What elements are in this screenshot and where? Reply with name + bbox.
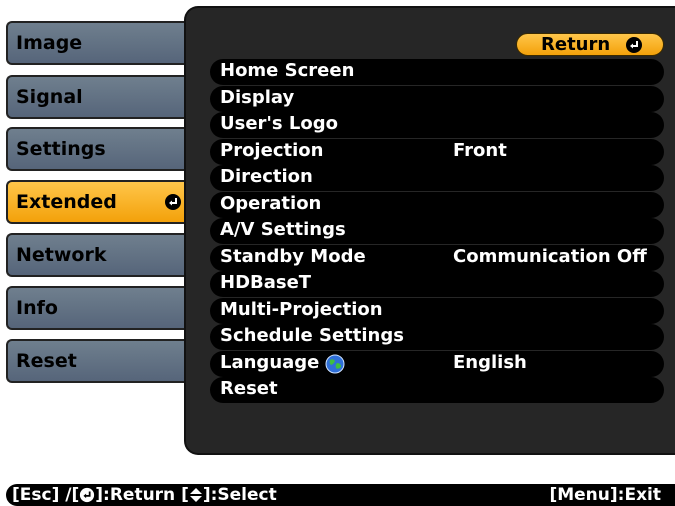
menu-item-label: Schedule Settings: [220, 325, 404, 346]
menu-item-home-screen[interactable]: Home Screen: [210, 59, 664, 85]
menu-item-label: Display: [220, 87, 295, 108]
return-button-label: Return: [541, 34, 611, 55]
return-button[interactable]: Return: [516, 33, 664, 56]
enter-icon: [80, 487, 95, 503]
menu-item-value: English: [453, 352, 527, 373]
menu-item-operation[interactable]: Operation: [210, 192, 664, 218]
enter-icon: [165, 194, 181, 210]
projector-menu-screen: Image Signal Settings Extended Network I…: [0, 0, 675, 506]
menu-item-label: Reset: [220, 378, 278, 399]
menu-item-label: HDBaseT: [220, 272, 312, 293]
menu-item-label: Language: [220, 352, 320, 373]
tab-label: Settings: [16, 138, 106, 160]
menu-item-multi-projection[interactable]: Multi-Projection: [210, 298, 664, 324]
menu-item-users-logo[interactable]: User's Logo: [210, 112, 664, 138]
menu-item-label: Operation: [220, 193, 322, 214]
help-bar-navigation: [Esc] /[ ]:Return [ ]:Select: [12, 484, 277, 506]
menu-item-reset[interactable]: Reset: [210, 377, 664, 403]
help-esc-text: [Esc] /[: [12, 485, 80, 505]
up-down-arrow-icon: [189, 488, 202, 502]
enter-icon: [626, 37, 642, 53]
menu-item-label: User's Logo: [220, 113, 338, 134]
tab-settings[interactable]: Settings: [6, 127, 192, 171]
menu-item-schedule-settings[interactable]: Schedule Settings: [210, 324, 664, 350]
tab-label: Signal: [16, 86, 83, 108]
menu-item-value: Communication Off: [453, 246, 647, 267]
tab-signal[interactable]: Signal: [6, 75, 192, 119]
menu-item-label: Standby Mode: [220, 246, 366, 267]
menu-item-hdbaset[interactable]: HDBaseT: [210, 271, 664, 297]
help-exit-text: [Menu]:Exit: [549, 485, 661, 505]
tab-label: Reset: [16, 350, 77, 372]
tab-extended[interactable]: Extended: [6, 180, 192, 224]
tab-label: Extended: [16, 191, 117, 213]
tab-network[interactable]: Network: [6, 233, 192, 277]
menu-item-label: Direction: [220, 166, 313, 187]
menu-item-label: Multi-Projection: [220, 299, 383, 320]
help-return-text: ]:Return [: [95, 485, 189, 505]
help-bar: [Esc] /[ ]:Return [ ]:Select [Menu]:Exit: [6, 484, 675, 506]
menu-item-direction[interactable]: Direction: [210, 165, 664, 191]
menu-item-value: Front: [453, 140, 507, 161]
menu-item-display[interactable]: Display: [210, 86, 664, 112]
menu-item-label: Projection: [220, 140, 324, 161]
menu-item-av-settings[interactable]: A/V Settings: [210, 218, 664, 244]
tab-info[interactable]: Info: [6, 286, 192, 330]
help-select-text: ]:Select: [202, 485, 277, 505]
tab-label: Info: [16, 297, 58, 319]
globe-icon: [325, 354, 345, 374]
tab-label: Network: [16, 244, 107, 266]
tab-reset[interactable]: Reset: [6, 339, 192, 383]
menu-item-language[interactable]: Language English: [210, 351, 664, 377]
menu-item-standby-mode[interactable]: Standby Mode Communication Off: [210, 245, 664, 271]
tab-image[interactable]: Image: [6, 21, 192, 65]
menu-item-label: A/V Settings: [220, 219, 346, 240]
menu-item-label: Home Screen: [220, 60, 355, 81]
menu-item-projection[interactable]: Projection Front: [210, 139, 664, 165]
tab-label: Image: [16, 32, 83, 54]
